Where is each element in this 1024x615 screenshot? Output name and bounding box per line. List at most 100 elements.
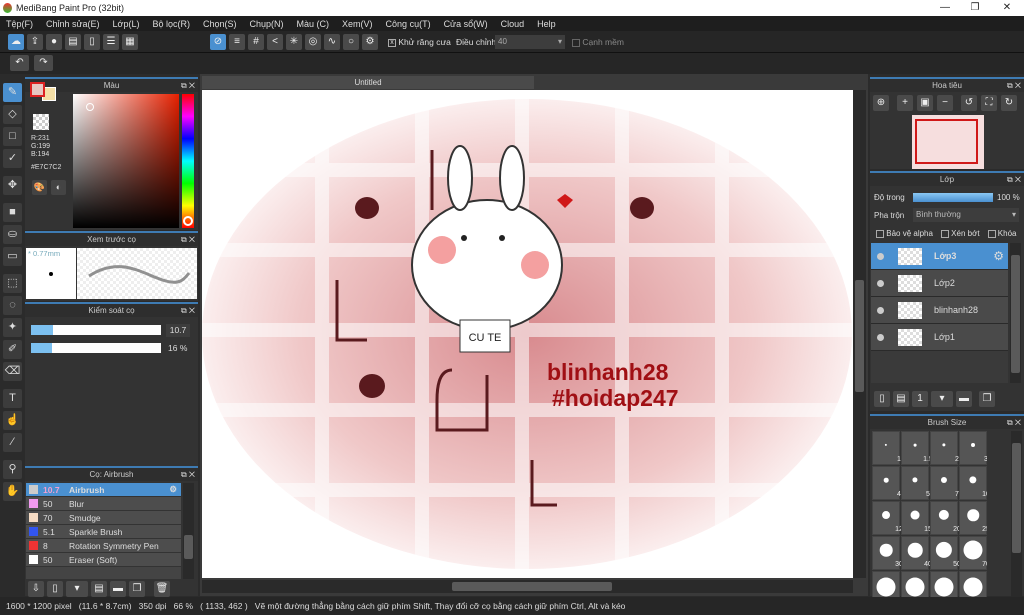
operation-tool-icon[interactable]: ☝ bbox=[3, 411, 22, 430]
brush-settings-icon[interactable]: ▤ bbox=[91, 581, 107, 597]
navigator-thumbnail[interactable] bbox=[912, 115, 984, 169]
rectangle-tool-icon[interactable]: □ bbox=[3, 127, 22, 146]
brush-size-cell[interactable]: 50 bbox=[930, 536, 961, 570]
brush-size-cell[interactable] bbox=[959, 571, 987, 597]
hue-handle[interactable] bbox=[183, 216, 193, 226]
brush-item[interactable]: 5.1 Sparkle Brush bbox=[26, 525, 181, 539]
bucket-tool-icon[interactable]: ⛀ bbox=[3, 225, 22, 244]
menu-tools[interactable]: Công cụ(T) bbox=[386, 19, 431, 29]
close-button[interactable]: ✕ bbox=[992, 0, 1022, 16]
move-tool-icon[interactable]: ✥ bbox=[3, 176, 22, 195]
brush-size-cell[interactable]: 1 bbox=[872, 431, 901, 465]
brush-size-cell[interactable]: 30 bbox=[872, 536, 903, 570]
text-tool-icon[interactable]: T bbox=[3, 389, 22, 408]
brush-size-cell[interactable]: 7 bbox=[930, 466, 959, 500]
brush-size-scrollbar[interactable] bbox=[1011, 431, 1022, 597]
select-eraser-tool-icon[interactable]: ⌫ bbox=[3, 362, 22, 381]
share-icon[interactable]: ⇪ bbox=[27, 34, 43, 50]
brush-size-cell[interactable]: 2 bbox=[930, 431, 959, 465]
snap-off-icon[interactable]: ⊘ bbox=[210, 34, 226, 50]
brush-item[interactable]: 70 Smudge bbox=[26, 511, 181, 525]
gear-icon[interactable]: ⚙ bbox=[169, 484, 177, 495]
visibility-toggle-icon[interactable] bbox=[877, 279, 884, 287]
divide-tool-icon[interactable]: ⁄ bbox=[3, 433, 22, 452]
layer-list-scrollbar[interactable] bbox=[1010, 243, 1021, 383]
perspective-snap-icon[interactable]: < bbox=[267, 34, 283, 50]
redo-button[interactable]: ↷ bbox=[34, 55, 53, 71]
brush-size-cell[interactable]: 15 bbox=[901, 501, 932, 535]
curve-snap-icon[interactable]: ∿ bbox=[324, 34, 340, 50]
layer-item[interactable]: Lớp1 bbox=[871, 324, 1008, 351]
list-icon[interactable]: ☰ bbox=[103, 34, 119, 50]
clipping-checkbox[interactable]: Xén bớt bbox=[940, 229, 980, 238]
cloud-download-icon[interactable]: ⇩ bbox=[28, 581, 44, 597]
antialias-checkbox[interactable]: x Khử răng cưa bbox=[388, 37, 451, 47]
maximize-button[interactable]: ❐ bbox=[960, 0, 990, 16]
eraser-tool-icon[interactable]: ◇ bbox=[3, 105, 22, 124]
magic-wand-tool-icon[interactable]: ✦ bbox=[3, 318, 22, 337]
new-layer-icon[interactable]: ▯ bbox=[874, 391, 890, 407]
hand-tool-icon[interactable]: ✋ bbox=[3, 482, 22, 501]
brush-size-cell[interactable]: 25 bbox=[959, 501, 987, 535]
panel-close-icon[interactable]: ⧉ ✕ bbox=[181, 304, 195, 317]
panel-close-icon[interactable]: ⧉ ✕ bbox=[181, 79, 195, 92]
comment-icon[interactable]: ● bbox=[46, 34, 62, 50]
zoom-in-icon[interactable]: + bbox=[897, 95, 913, 111]
circle-snap-icon[interactable]: ○ bbox=[343, 34, 359, 50]
concentric-snap-icon[interactable]: ◎ bbox=[305, 34, 321, 50]
new-brush-icon[interactable]: ▯ bbox=[47, 581, 63, 597]
add-brush-menu-icon[interactable]: ▾ bbox=[66, 581, 88, 597]
soft-edge-checkbox[interactable]: Cạnh mềm bbox=[572, 37, 624, 47]
brush-size-cell[interactable]: 5 bbox=[901, 466, 930, 500]
grid-snap-icon[interactable]: # bbox=[248, 34, 264, 50]
edit-list-icon[interactable]: ▦ bbox=[122, 34, 138, 50]
visibility-toggle-icon[interactable] bbox=[877, 333, 884, 341]
layer-opacity-slider[interactable] bbox=[913, 193, 993, 202]
palette-settings-icon[interactable]: ◐ bbox=[51, 180, 66, 195]
menu-color[interactable]: Màu (C) bbox=[297, 19, 330, 29]
brush-item[interactable]: 10.7 Airbrush ⚙ bbox=[26, 483, 181, 497]
protect-alpha-checkbox[interactable]: Bảo vệ alpha bbox=[876, 229, 933, 238]
transparent-color-swatch[interactable] bbox=[33, 114, 49, 130]
menu-file[interactable]: Tệp(F) bbox=[6, 19, 33, 29]
brush-size-cell[interactable]: 3 bbox=[959, 431, 987, 465]
brush-tool-icon[interactable]: ✎ bbox=[3, 83, 22, 102]
brush-size-cell[interactable]: 10 bbox=[959, 466, 987, 500]
menu-view[interactable]: Xem(V) bbox=[342, 19, 373, 29]
brush-size-value[interactable]: 10.7 bbox=[166, 324, 190, 337]
brush-size-slider[interactable] bbox=[31, 325, 161, 335]
rotate-right-icon[interactable]: ↻ bbox=[1001, 95, 1017, 111]
brush-size-cell[interactable]: 40 bbox=[901, 536, 932, 570]
brush-item[interactable]: 50 Blur bbox=[26, 497, 181, 511]
visibility-toggle-icon[interactable] bbox=[877, 306, 884, 314]
duplicate-layer-icon[interactable]: ❐ bbox=[979, 391, 995, 407]
trash-icon[interactable]: 🗑 bbox=[154, 581, 170, 597]
add-layer-menu-icon[interactable]: ▾ bbox=[931, 391, 953, 407]
brush-size-cell[interactable] bbox=[930, 571, 958, 597]
saturation-value-picker[interactable] bbox=[73, 94, 179, 228]
canvas-horizontal-scrollbar[interactable] bbox=[202, 580, 853, 593]
new-1bit-layer-icon[interactable]: 1 bbox=[912, 391, 928, 407]
lasso-tool-icon[interactable]: ◌ bbox=[3, 296, 22, 315]
menu-filter[interactable]: Bộ lọc(R) bbox=[152, 19, 190, 29]
brush-size-cell[interactable]: 4 bbox=[872, 466, 901, 500]
panel-close-icon[interactable]: ⧉ ✕ bbox=[1007, 173, 1021, 186]
fill-rect-tool-icon[interactable]: ■ bbox=[3, 203, 22, 222]
menu-help[interactable]: Help bbox=[537, 19, 556, 29]
gear-icon[interactable]: ⚙ bbox=[993, 249, 1004, 263]
folder-icon[interactable]: ▬ bbox=[956, 391, 972, 407]
flip-icon[interactable]: ⛶ bbox=[981, 95, 997, 111]
layer-item[interactable]: Lớp2 bbox=[871, 270, 1008, 297]
rotate-left-icon[interactable]: ↺ bbox=[961, 95, 977, 111]
menu-cloud[interactable]: Cloud bbox=[501, 19, 525, 29]
new-halftone-layer-icon[interactable]: ▤ bbox=[893, 391, 909, 407]
drawing-canvas[interactable]: CU TE blinhanh28 #hoidap247 bbox=[202, 90, 853, 578]
minimize-button[interactable]: — bbox=[930, 0, 960, 16]
duplicate-icon[interactable]: ❐ bbox=[129, 581, 145, 597]
brush-size-cell[interactable] bbox=[901, 571, 929, 597]
menu-layer[interactable]: Lớp(L) bbox=[113, 19, 140, 29]
brush-size-cell[interactable]: 12 bbox=[872, 501, 903, 535]
brush-size-cell[interactable]: 20 bbox=[930, 501, 961, 535]
menu-edit[interactable]: Chỉnh sửa(E) bbox=[46, 19, 100, 29]
folder-icon[interactable]: ▬ bbox=[110, 581, 126, 597]
